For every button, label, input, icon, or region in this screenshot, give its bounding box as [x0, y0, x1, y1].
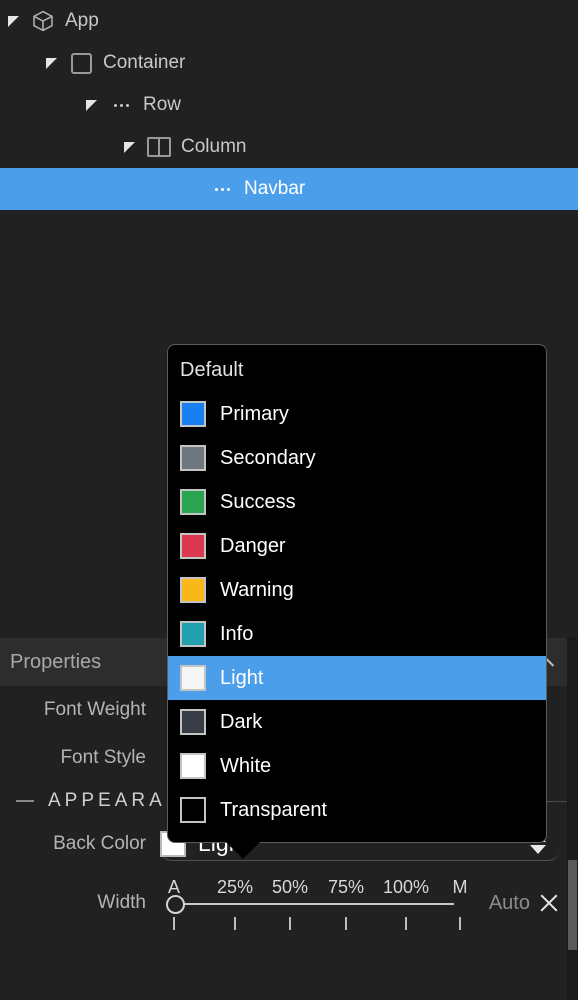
property-label-font-weight: Font Weight	[43, 699, 146, 720]
tree-item-label: App	[65, 10, 99, 31]
property-label-back-color: Back Color	[53, 833, 146, 854]
color-swatch	[180, 797, 206, 823]
expand-caret-icon[interactable]	[86, 99, 97, 111]
width-tick-label: M	[452, 877, 468, 897]
color-swatch	[180, 445, 206, 471]
width-slider-tick-labels: A 25% 50% 75% 100% M	[160, 877, 485, 901]
color-swatch	[180, 665, 206, 691]
dropdown-item-label: Info	[220, 622, 254, 645]
scrollbar-thumb[interactable]	[568, 860, 577, 950]
dropdown-item-label: Secondary	[220, 446, 316, 469]
dots-icon	[109, 93, 133, 117]
tree-item-label: Row	[143, 94, 182, 115]
dropdown-item-label: Success	[220, 490, 296, 513]
width-tick-label: 75%	[327, 877, 365, 897]
width-tick-mark	[459, 917, 461, 930]
dropdown-item-success[interactable]: Success	[168, 480, 546, 524]
collapse-icon[interactable]	[16, 800, 34, 802]
column-icon	[147, 135, 171, 159]
dropdown-item-label: Danger	[220, 534, 286, 557]
tree-item-label: Container	[103, 52, 186, 73]
tree-item-app[interactable]: App	[0, 0, 578, 42]
cube-icon	[31, 9, 55, 33]
width-slider-ticks	[160, 917, 485, 931]
dropdown-header: Default	[180, 359, 244, 381]
dropdown-item-secondary[interactable]: Secondary	[168, 436, 546, 480]
expand-caret-icon[interactable]	[124, 141, 135, 153]
width-tick-mark	[405, 917, 407, 930]
color-swatch	[180, 489, 206, 515]
color-swatch	[180, 621, 206, 647]
dropdown-item-danger[interactable]: Danger	[168, 524, 546, 568]
dropdown-item-label: White	[220, 754, 272, 777]
dropdown-item-light[interactable]: Light	[168, 656, 546, 700]
chevron-down-icon[interactable]	[530, 845, 546, 854]
width-tick-label: 25%	[216, 877, 254, 897]
width-slider-track[interactable]	[174, 903, 454, 905]
color-swatch	[180, 401, 206, 427]
dropdown-item-label: Warning	[220, 578, 294, 601]
property-row-width: Width A 25% 50% 75% 100% M Auto	[0, 868, 578, 938]
dropdown-item-label: Primary	[220, 402, 289, 425]
width-slider[interactable]: A 25% 50% 75% 100% M	[160, 873, 485, 933]
property-label-font-style: Font Style	[60, 747, 146, 768]
tab-properties[interactable]: Properties	[0, 651, 101, 674]
close-icon[interactable]	[538, 892, 560, 914]
tree-item-row[interactable]: Row	[0, 84, 578, 126]
width-slider-knob[interactable]	[166, 895, 185, 914]
tree-item-navbar[interactable]: Navbar	[0, 168, 578, 210]
color-swatch	[180, 709, 206, 735]
tree-item-label: Navbar	[244, 178, 306, 199]
dropdown-item-label: Dark	[220, 710, 263, 733]
dropdown-item-dark[interactable]: Dark	[168, 700, 546, 744]
dropdown-item-info[interactable]: Info	[168, 612, 546, 656]
editor-window: App Container Row Column Navbar Properties F…	[0, 0, 578, 1000]
properties-scrollbar[interactable]	[567, 638, 578, 1000]
color-swatch	[180, 753, 206, 779]
width-tick-mark	[173, 917, 175, 930]
dropdown-item-warning[interactable]: Warning	[168, 568, 546, 612]
property-label-width: Width	[97, 892, 146, 913]
width-tick-label: 100%	[382, 877, 430, 897]
square-icon	[69, 51, 93, 75]
dropdown-item-label: Light	[220, 666, 264, 689]
dropdown-item-label: Transparent	[220, 798, 328, 821]
color-dropdown-menu[interactable]: Default Primary Secondary Success Danger War…	[167, 344, 547, 859]
tree-item-label: Column	[181, 136, 247, 157]
width-tick-mark	[234, 917, 236, 930]
dots-icon	[210, 177, 234, 201]
dropdown-pointer	[226, 842, 260, 859]
expand-caret-icon[interactable]	[8, 15, 19, 27]
tree-item-container[interactable]: Container	[0, 42, 578, 84]
component-tree: App Container Row Column Navbar	[0, 0, 578, 210]
dropdown-item-transparent[interactable]: Transparent	[168, 788, 546, 832]
color-swatch	[180, 533, 206, 559]
width-tick-mark	[345, 917, 347, 930]
width-tick-mark	[289, 917, 291, 930]
width-tick-label: 50%	[271, 877, 309, 897]
dropdown-item-white[interactable]: White	[168, 744, 546, 788]
width-auto-label: Auto	[488, 891, 530, 914]
color-swatch	[180, 577, 206, 603]
expand-caret-icon[interactable]	[46, 57, 57, 69]
tree-item-column[interactable]: Column	[0, 126, 578, 168]
dropdown-item-primary[interactable]: Primary	[168, 392, 546, 436]
